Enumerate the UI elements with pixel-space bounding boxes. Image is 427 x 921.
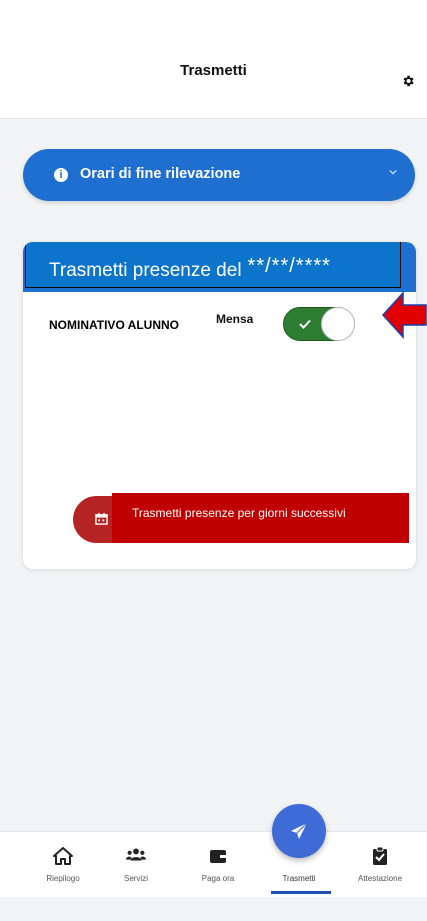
toggle-knob [321,307,355,341]
home-icon [53,847,73,865]
card-title-label: Trasmetti presenze del [49,260,242,281]
bottom-nav: Riepilogo Servizi Paga ora Trasmetti Att… [0,831,427,898]
transmit-fab[interactable] [272,804,326,858]
wallet-icon [210,850,226,863]
system-nav-bar [0,897,427,921]
nav-label: Paga ora [201,874,235,883]
end-times-accordion[interactable]: i Orari di fine rilevazione [23,149,415,201]
users-icon [126,848,146,861]
nav-label: Riepilogo [46,874,80,883]
nav-item-paga-ora[interactable]: Paga ora [178,832,258,898]
info-icon: i [54,168,68,182]
gear-icon[interactable] [401,74,415,88]
student-name-label: NOMINATIVO ALUNNO [49,318,179,332]
card-title-box: Trasmetti presenze del **/**/**** [25,242,401,288]
app-header: Trasmetti [0,0,427,119]
nav-item-attestazione[interactable]: Attestazione [340,832,420,898]
nav-label: Attestazione [357,874,403,883]
card-title-date: **/**/**** [247,255,331,277]
mensa-toggle[interactable] [283,307,355,341]
send-icon [291,822,308,839]
nav-label: Servizi [123,874,148,883]
active-tab-indicator [271,891,331,894]
service-label: Mensa [216,312,254,326]
future-days-label: Trasmetti presenze per giorni successivi [132,506,346,520]
calendar-icon [95,512,108,525]
arrow-left-icon [381,291,427,339]
chevron-down-icon [389,169,397,175]
nav-item-riepilogo[interactable]: Riepilogo [23,832,103,898]
nav-item-servizi[interactable]: Servizi [96,832,176,898]
nav-label: Trasmetti [282,874,316,883]
future-days-banner[interactable]: Trasmetti presenze per giorni successivi [112,493,409,543]
page-title: Trasmetti [180,62,247,79]
check-icon [299,319,311,329]
accordion-label: Orari di fine rilevazione [80,166,241,182]
card-title: Trasmetti presenze del **/**/**** [49,255,331,282]
clipboard-check-icon [373,846,387,865]
